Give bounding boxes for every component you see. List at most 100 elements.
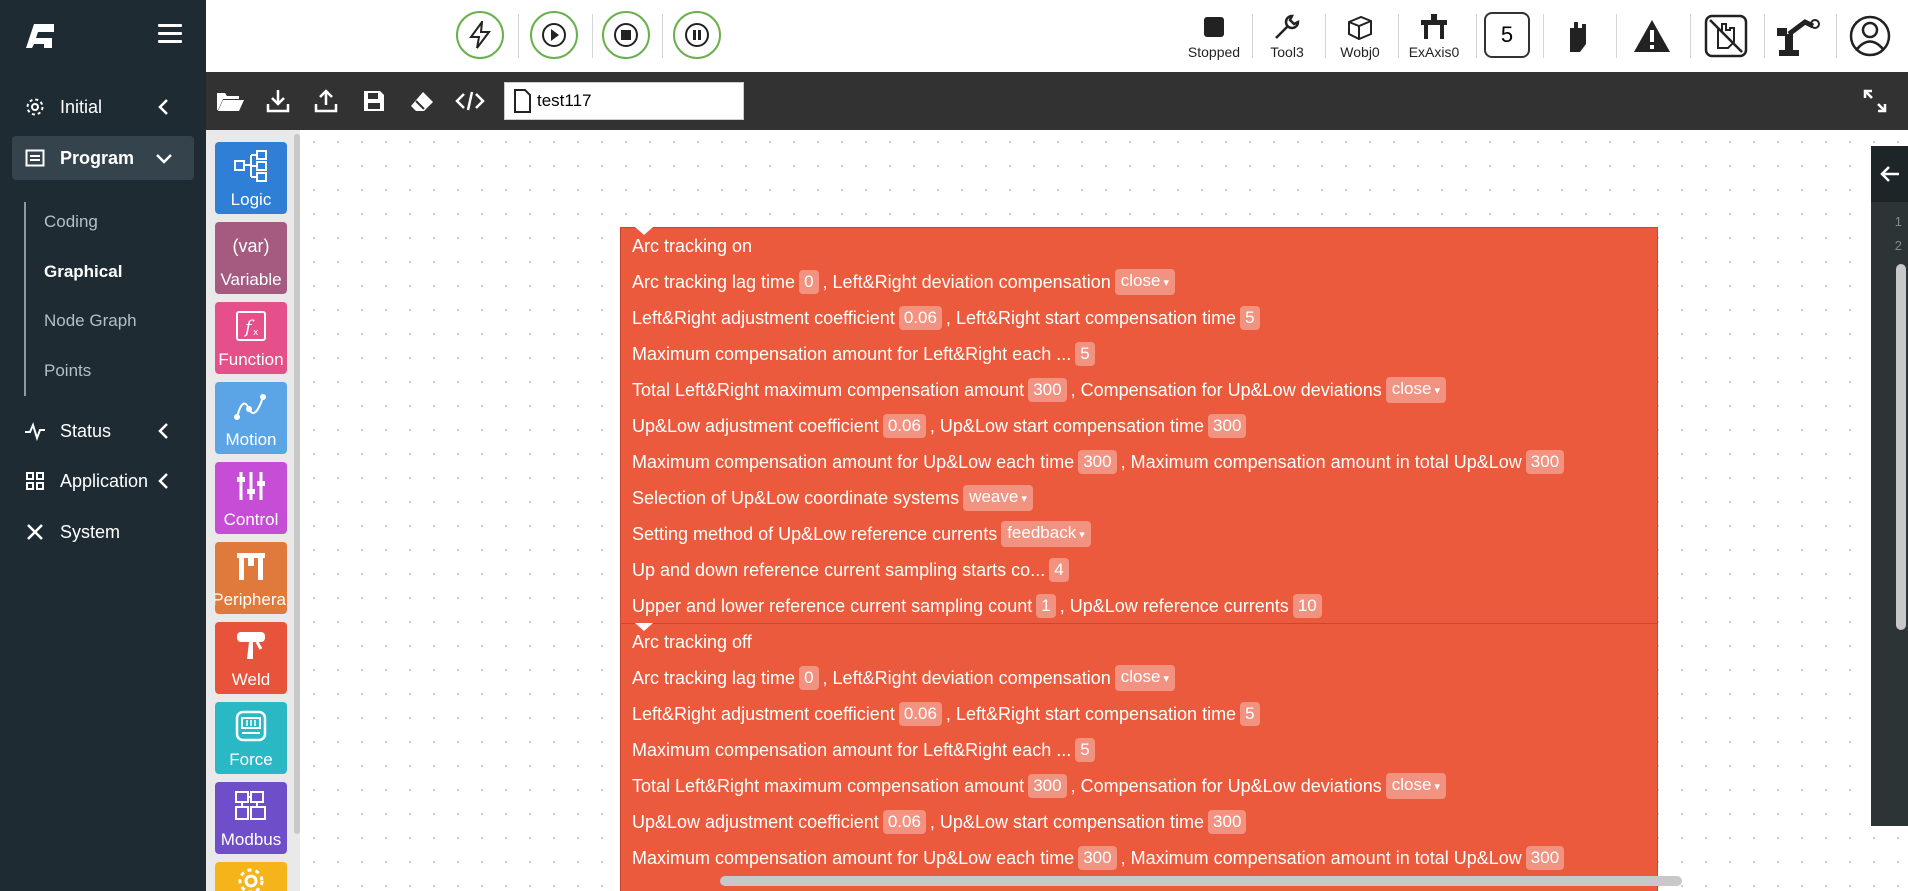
save-button[interactable] [358,85,390,117]
motion-icon [234,394,266,420]
horizontal-scrollbar[interactable] [720,876,1682,886]
category-variable-label: Variable [220,270,282,289]
block-workspace[interactable]: Logic (var) Variable fx Function Motion … [206,130,1908,891]
run-status-label: Stopped [1187,44,1241,60]
exaxis-status[interactable]: ExAxis0 [1402,10,1466,60]
code-view-button[interactable] [454,85,486,117]
clear-button[interactable] [406,85,438,117]
off-lr-start-field[interactable]: 5 [1240,702,1260,726]
user-button[interactable] [1846,12,1894,60]
tool-status[interactable]: Tool3 [1255,10,1319,60]
sample-count-field[interactable]: 1 [1036,594,1056,618]
lag-time-field[interactable]: 0 [799,270,819,294]
ul-max-each-field[interactable]: 300 [1078,450,1117,474]
off-lr-total-field[interactable]: 300 [1028,774,1067,798]
nav-program[interactable]: Program [12,136,194,180]
off-ul-coef-field[interactable]: 0.06 [882,810,926,834]
category-peripheral[interactable]: Peripheral [215,542,287,614]
category-force[interactable]: Force [215,702,287,774]
weld-icon [237,632,265,659]
nav-system-label: System [60,521,121,542]
open-button[interactable] [214,85,246,117]
hand-drag-button[interactable] [1554,12,1602,60]
off-lr-deviation-dropdown[interactable]: close [1114,665,1175,691]
run-status[interactable]: Stopped [1182,10,1246,60]
nav-status[interactable]: Status [12,409,194,453]
wobj-status[interactable]: Wobj0 [1328,10,1392,60]
nav-application[interactable]: Application [12,459,194,503]
lr-coef-field[interactable]: 0.06 [898,306,942,330]
pause-button[interactable] [673,11,721,59]
category-modbus[interactable]: Modbus [215,782,287,854]
warning-icon [1634,20,1670,52]
category-motion[interactable]: Motion [215,382,287,454]
category-weld-label: Weld [231,670,271,689]
code-panel-scrollbar[interactable] [1896,264,1906,630]
ul-total-field[interactable]: 300 [1525,450,1565,474]
filename-field[interactable] [504,82,744,120]
code-panel: 1 2 [1871,146,1908,826]
grid-icon [24,470,46,492]
play-button[interactable] [530,11,578,59]
lr-max-each-field[interactable]: 5 [1075,342,1095,366]
download-button[interactable] [262,85,294,117]
category-variable[interactable]: (var) Variable [215,222,287,294]
category-logic[interactable]: Logic [215,142,287,214]
sub-points[interactable]: Points [44,361,91,381]
category-control[interactable]: Control [215,462,287,534]
ul-coef-field[interactable]: 0.06 [882,414,926,438]
category-function[interactable]: fx Function [215,302,287,374]
lr-start-field[interactable]: 5 [1240,306,1260,330]
off-ul-total-field[interactable]: 300 [1525,846,1565,870]
stop-button[interactable] [602,11,650,59]
category-control-label: Control [223,510,279,529]
off-lr-coef-field[interactable]: 0.06 [898,702,942,726]
ul-deviation-dropdown[interactable]: close [1385,377,1447,403]
collision-button[interactable] [1702,12,1750,60]
enable-button[interactable] [456,11,504,59]
fullscreen-icon[interactable] [1862,88,1888,114]
program-list-icon [24,147,46,169]
app: Initial Program Coding Graphical Node Gr… [0,0,1908,891]
coord-system-dropdown[interactable]: weave [963,485,1033,511]
subnav-line [24,202,26,396]
sample-start-field[interactable]: 4 [1049,558,1069,582]
lr-total-field[interactable]: 300 [1028,378,1067,402]
off-ul-start-field[interactable]: 300 [1208,810,1247,834]
eraser-icon [411,92,433,111]
sub-coding[interactable]: Coding [44,212,98,232]
speed-indicator[interactable]: 5 [1484,12,1530,58]
ref-method-dropdown[interactable]: feedback [1001,521,1091,547]
filename-input[interactable] [537,91,717,111]
function-icon: fx [236,311,266,341]
off-lag-time-field[interactable]: 0 [799,666,819,690]
arc-tracking-off-block[interactable]: Arc tracking off Arc tracking lag time 0… [620,623,1658,891]
category-weld[interactable]: Weld [215,622,287,694]
wrench-icon [1275,14,1300,39]
sub-graphical[interactable]: Graphical [44,262,122,282]
save-icon [364,91,384,111]
modbus-icon [235,791,266,820]
off-ul-max-each-field[interactable]: 300 [1078,846,1117,870]
svg-text:x: x [253,328,259,338]
ul-start-field[interactable]: 300 [1208,414,1247,438]
menu-toggle-button[interactable] [158,24,182,46]
toolbox-scrollbar[interactable] [294,134,300,834]
collapse-panel-button[interactable] [1871,146,1908,202]
sub-node-graph[interactable]: Node Graph [44,311,137,331]
robot-button[interactable] [1774,12,1822,60]
ref-current-field[interactable]: 10 [1292,594,1322,618]
alarm-button[interactable] [1628,12,1676,60]
play-icon [542,23,566,47]
category-motion-label: Motion [225,430,277,449]
tool-status-label: Tool3 [1270,44,1304,60]
nav-initial[interactable]: Initial [12,85,194,129]
off-ul-deviation-dropdown[interactable]: close [1385,773,1447,799]
nav-system[interactable]: System [12,510,194,554]
gear-icon [238,868,264,891]
upload-button[interactable] [310,85,342,117]
category-settings[interactable] [215,862,287,891]
lr-deviation-dropdown[interactable]: close [1114,269,1175,295]
off-lr-max-each-field[interactable]: 5 [1075,738,1095,762]
arc-tracking-on-block[interactable]: Arc tracking on Arc tracking lag time 0,… [620,227,1658,625]
